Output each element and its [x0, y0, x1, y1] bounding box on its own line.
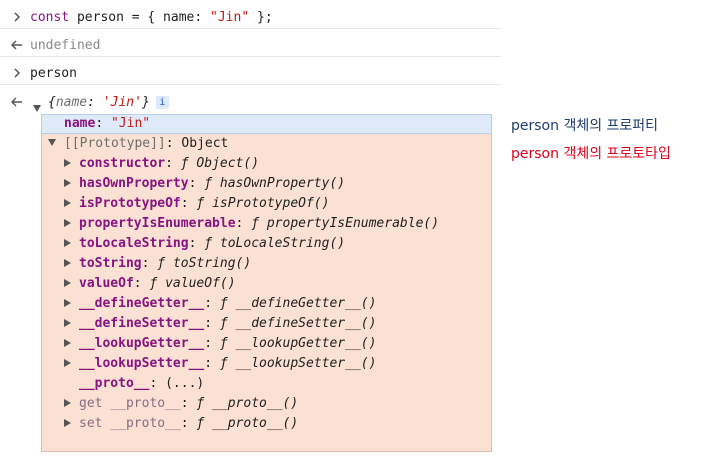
set-proto-row[interactable]: set __proto__: ƒ __proto__()	[64, 414, 298, 434]
console-input-line-2[interactable]: person	[0, 64, 501, 85]
prototype-member-row[interactable]: __defineSetter__: ƒ __defineSetter__()	[64, 314, 376, 334]
console-code-person: person	[30, 66, 77, 81]
member-key: __defineGetter__	[79, 296, 205, 311]
console-output-line-2[interactable]: {name: 'Jin'} i	[0, 93, 501, 113]
chevron-right-icon	[10, 8, 24, 28]
collapsed-triangle-icon[interactable]	[64, 314, 79, 334]
prototype-member-row[interactable]: toLocaleString: ƒ toLocaleString()	[64, 234, 345, 254]
member-key: propertyIsEnumerable	[79, 216, 236, 231]
console-output-line-1: undefined	[0, 36, 501, 57]
code-string: "Jin"	[210, 10, 250, 25]
prototype-member-row[interactable]: __lookupSetter__: ƒ __lookupSetter__()	[64, 354, 376, 374]
member-function: toString()	[172, 256, 252, 271]
function-glyph: ƒ	[219, 356, 228, 371]
object-preview[interactable]: {name: 'Jin'} i	[48, 93, 169, 113]
function-glyph: ƒ	[219, 316, 228, 331]
member-key: toLocaleString	[79, 236, 189, 251]
collapsed-triangle-icon[interactable]	[64, 194, 79, 214]
collapsed-triangle-icon[interactable]	[64, 234, 79, 254]
member-key: __lookupGetter__	[79, 336, 205, 351]
prototype-member-row[interactable]: valueOf: ƒ valueOf()	[64, 274, 236, 294]
prototype-member-row[interactable]: hasOwnProperty: ƒ hasOwnProperty()	[64, 174, 345, 194]
collapsed-triangle-icon[interactable]	[64, 274, 79, 294]
collapsed-triangle-icon[interactable]	[64, 414, 79, 434]
collapsed-triangle-icon[interactable]	[64, 214, 79, 234]
get-proto-row[interactable]: get __proto__: ƒ __proto__()	[64, 394, 298, 414]
collapsed-triangle-icon[interactable]	[64, 174, 79, 194]
member-function: valueOf()	[165, 276, 236, 291]
prototype-member-row[interactable]: propertyIsEnumerable: ƒ propertyIsEnumer…	[64, 214, 439, 234]
return-arrow-icon	[10, 36, 24, 56]
proto-accessor[interactable]: __proto__: (...)	[79, 374, 204, 394]
member-function: propertyIsEnumerable()	[266, 216, 440, 231]
collapsed-triangle-icon[interactable]	[64, 394, 79, 414]
collapsed-triangle-icon[interactable]	[64, 354, 79, 374]
console-input-line-1[interactable]: const person = { name: "Jin" };	[0, 8, 501, 29]
member-function: __defineSetter__()	[235, 316, 377, 331]
code-text-end: };	[249, 10, 273, 25]
function-glyph: ƒ	[251, 216, 260, 231]
member-key: isPrototypeOf	[79, 196, 181, 211]
chevron-right-icon	[10, 64, 24, 84]
member-key: toString	[79, 256, 142, 271]
prototype-annotation: person 객체의 프로토타입	[511, 146, 671, 162]
member-function: Object()	[196, 156, 260, 171]
prototype-member-row[interactable]: toString: ƒ toString()	[64, 254, 251, 274]
member-function: isPrototypeOf()	[212, 196, 330, 211]
member-key: __defineSetter__	[79, 316, 205, 331]
member-function: toLocaleString()	[219, 236, 346, 251]
member-key: valueOf	[79, 276, 134, 291]
collapsed-triangle-icon[interactable]	[64, 254, 79, 274]
collapsed-triangle-icon[interactable]	[64, 334, 79, 354]
function-glyph: ƒ	[180, 156, 189, 171]
collapsed-triangle-icon[interactable]	[64, 154, 79, 174]
function-glyph: ƒ	[204, 176, 213, 191]
function-glyph: ƒ	[219, 336, 228, 351]
function-glyph: ƒ	[157, 256, 166, 271]
member-key: hasOwnProperty	[79, 176, 189, 191]
code-text: person = { name:	[69, 10, 211, 25]
member-key: constructor	[79, 156, 166, 171]
member-function: __defineGetter__()	[235, 296, 377, 311]
prototype-node[interactable]: [[Prototype]]: Object	[48, 134, 228, 154]
expand-triangle-icon[interactable]	[48, 133, 64, 153]
prototype-member-row[interactable]: isPrototypeOf: ƒ isPrototypeOf()	[64, 194, 329, 214]
collapsed-triangle-icon[interactable]	[64, 294, 79, 314]
prototype-member-row[interactable]: constructor: ƒ Object()	[64, 154, 259, 174]
console-code: const person = { name: "Jin" };	[30, 8, 273, 28]
prototype-member-row[interactable]: __defineGetter__: ƒ __defineGetter__()	[64, 294, 376, 314]
keyword-const: const	[30, 10, 70, 25]
return-arrow-icon	[10, 93, 24, 113]
output-undefined: undefined	[30, 38, 101, 53]
prototype-member-row[interactable]: __lookupGetter__: ƒ __lookupGetter__()	[64, 334, 376, 354]
expand-triangle-icon[interactable]	[33, 99, 41, 119]
member-function: hasOwnProperty()	[219, 176, 346, 191]
member-key: __lookupSetter__	[79, 356, 205, 371]
member-function: __lookupSetter__()	[235, 356, 377, 371]
member-function: __lookupGetter__()	[235, 336, 377, 351]
info-icon[interactable]: i	[155, 96, 169, 109]
own-property-annotation: person 객체의 프로퍼티	[511, 118, 659, 134]
own-property-name[interactable]: name: "Jin"	[64, 114, 150, 134]
function-glyph: ƒ	[219, 296, 228, 311]
function-glyph: ƒ	[204, 236, 213, 251]
